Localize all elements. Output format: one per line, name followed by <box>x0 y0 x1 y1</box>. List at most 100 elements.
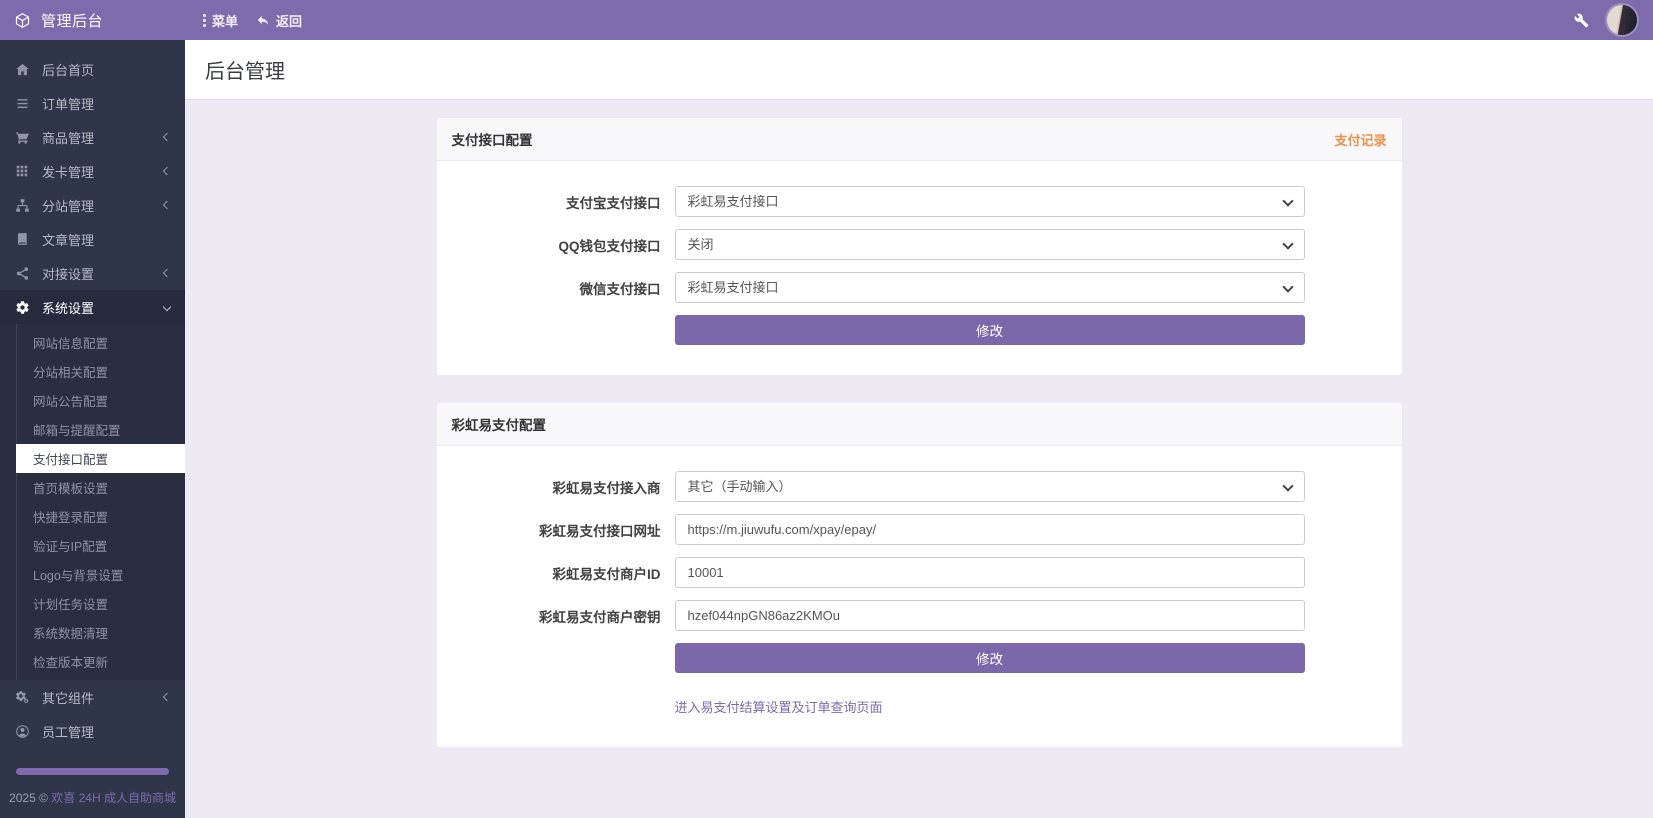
chevron-left-icon <box>163 133 171 141</box>
sidebar-item-home[interactable]: 后台首页 <box>0 52 185 86</box>
sidebar-item-substations[interactable]: 分站管理 <box>0 188 185 222</box>
form-row: 彩虹易支付商户ID <box>437 557 1402 588</box>
form-row: 支付宝支付接口 彩虹易支付接口 <box>437 186 1402 217</box>
cart-icon <box>14 130 30 145</box>
epay-merchant-key-input[interactable] <box>675 600 1305 631</box>
sidebar-footer: 2025 © 欢喜 24H 成人自助商城 <box>0 768 185 818</box>
epay-merchant-id-input[interactable] <box>675 557 1305 588</box>
form-row: 微信支付接口 彩虹易支付接口 <box>437 272 1402 303</box>
site-link[interactable]: 欢喜 24H 成人自助商城 <box>51 791 176 805</box>
rainbow-epay-card: 彩虹易支付配置 彩虹易支付接入商 其它（手动输入） 彩虹易支付接口网址 <box>437 403 1402 747</box>
wrench-icon[interactable] <box>1574 13 1589 28</box>
submenu-item-email-remind[interactable]: 邮箱与提醒配置 <box>0 415 185 444</box>
payment-interface-card: 支付接口配置 支付记录 支付宝支付接口 彩虹易支付接口 QQ钱包支付接口 <box>437 118 1402 375</box>
submenu-item-payment-interface[interactable]: 支付接口配置 <box>16 444 185 473</box>
sidebar-item-label: 分站管理 <box>42 196 94 215</box>
sidebar: 后台首页 订单管理 商品管理 发卡管理 分站管理 文章管理 <box>0 40 185 818</box>
submenu-item-version-check[interactable]: 检查版本更新 <box>0 647 185 676</box>
sidebar-item-label: 其它组件 <box>42 688 94 707</box>
sidebar-item-label: 系统设置 <box>42 298 94 317</box>
sidebar-item-label: 文章管理 <box>42 230 94 249</box>
sitemap-icon <box>14 198 30 213</box>
back-button[interactable]: 返回 <box>256 11 302 30</box>
epay-api-url-input[interactable] <box>675 514 1305 545</box>
card-title: 支付接口配置 <box>452 129 533 149</box>
cogs-icon <box>14 690 30 705</box>
submenu-item-home-template[interactable]: 首页模板设置 <box>0 473 185 502</box>
submenu-item-site-info[interactable]: 网站信息配置 <box>0 328 185 357</box>
form-row: 彩虹易支付接入商 其它（手动输入） <box>437 471 1402 502</box>
brand[interactable]: 管理后台 <box>0 0 185 40</box>
submenu-item-cron-tasks[interactable]: 计划任务设置 <box>0 589 185 618</box>
sidebar-item-cards[interactable]: 发卡管理 <box>0 154 185 188</box>
card-header: 彩虹易支付配置 <box>437 403 1402 446</box>
user-avatar[interactable] <box>1607 5 1637 35</box>
chevron-left-icon <box>163 269 171 277</box>
brand-title: 管理后台 <box>41 10 103 31</box>
sidebar-item-system-settings[interactable]: 系统设置 <box>0 290 185 324</box>
wechat-interface-label: 微信支付接口 <box>437 278 675 298</box>
submenu-item-quick-login[interactable]: 快捷登录配置 <box>0 502 185 531</box>
epay-api-url-label: 彩虹易支付接口网址 <box>437 520 675 540</box>
sidebar-item-products[interactable]: 商品管理 <box>0 120 185 154</box>
grid-icon <box>14 164 30 178</box>
modify-button[interactable]: 修改 <box>675 643 1305 673</box>
gear-icon <box>14 300 30 315</box>
menu-toggle-button[interactable]: 菜单 <box>203 11 238 30</box>
chevron-left-icon <box>163 693 171 701</box>
chevron-left-icon <box>163 167 171 175</box>
epay-settlement-link[interactable]: 进入易支付结算设置及订单查询页面 <box>675 700 883 715</box>
copyright-year: 2025 © <box>9 791 48 805</box>
qq-wallet-interface-select[interactable]: 关闭 <box>675 229 1305 260</box>
sidebar-item-label: 员工管理 <box>42 722 94 741</box>
page-title: 后台管理 <box>205 55 285 84</box>
back-label: 返回 <box>276 11 302 30</box>
sidebar-item-label: 发卡管理 <box>42 162 94 181</box>
copyright: 2025 © 欢喜 24H 成人自助商城 <box>0 789 185 806</box>
share-nodes-icon <box>14 266 30 281</box>
wechat-interface-select[interactable]: 彩虹易支付接口 <box>675 272 1305 303</box>
sidebar-item-label: 商品管理 <box>42 128 94 147</box>
form-row: 彩虹易支付商户密钥 <box>437 600 1402 631</box>
epay-merchant-id-label: 彩虹易支付商户ID <box>437 563 675 583</box>
card-title: 彩虹易支付配置 <box>452 414 547 434</box>
vertical-dots-icon <box>203 14 206 27</box>
chevron-left-icon <box>163 201 171 209</box>
submenu-item-logo-background[interactable]: Logo与背景设置 <box>0 560 185 589</box>
page-header: 后台管理 <box>185 40 1653 100</box>
sidebar-item-label: 对接设置 <box>42 264 94 283</box>
home-icon <box>14 62 30 77</box>
form-row: QQ钱包支付接口 关闭 <box>437 229 1402 260</box>
sidebar-item-label: 后台首页 <box>42 60 94 79</box>
modify-button[interactable]: 修改 <box>675 315 1305 345</box>
form-row: 彩虹易支付接口网址 <box>437 514 1402 545</box>
list-icon <box>14 96 30 111</box>
payment-records-link[interactable]: 支付记录 <box>1334 130 1386 149</box>
system-settings-submenu: 网站信息配置 分站相关配置 网站公告配置 邮箱与提醒配置 支付接口配置 首页模板… <box>0 324 185 680</box>
sidebar-item-orders[interactable]: 订单管理 <box>0 86 185 120</box>
chevron-down-icon <box>163 303 171 311</box>
epay-provider-select[interactable]: 其它（手动输入） <box>675 471 1305 502</box>
topbar: 管理后台 菜单 返回 <box>0 0 1653 40</box>
main-content: 后台管理 支付接口配置 支付记录 支付宝支付接口 彩虹易支付接口 QQ钱 <box>185 40 1653 818</box>
submenu-item-announcement[interactable]: 网站公告配置 <box>0 386 185 415</box>
back-arrow-icon <box>256 13 270 27</box>
alipay-interface-select[interactable]: 彩虹易支付接口 <box>675 186 1305 217</box>
menu-toggle-label: 菜单 <box>212 11 238 30</box>
decorative-bar <box>16 768 169 775</box>
submenu-item-substation-config[interactable]: 分站相关配置 <box>0 357 185 386</box>
submenu-item-data-cleanup[interactable]: 系统数据清理 <box>0 618 185 647</box>
epay-merchant-key-label: 彩虹易支付商户密钥 <box>437 606 675 626</box>
sidebar-item-label: 订单管理 <box>42 94 94 113</box>
sidebar-item-other-components[interactable]: 其它组件 <box>0 680 185 714</box>
sidebar-item-staff[interactable]: 员工管理 <box>0 714 185 748</box>
epay-provider-label: 彩虹易支付接入商 <box>437 477 675 497</box>
sidebar-item-integration[interactable]: 对接设置 <box>0 256 185 290</box>
qq-wallet-interface-label: QQ钱包支付接口 <box>437 235 675 255</box>
submenu-item-verify-ip[interactable]: 验证与IP配置 <box>0 531 185 560</box>
alipay-interface-label: 支付宝支付接口 <box>437 192 675 212</box>
card-header: 支付接口配置 支付记录 <box>437 118 1402 161</box>
book-icon <box>14 232 30 246</box>
sidebar-item-articles[interactable]: 文章管理 <box>0 222 185 256</box>
cube-logo-icon <box>14 12 31 29</box>
